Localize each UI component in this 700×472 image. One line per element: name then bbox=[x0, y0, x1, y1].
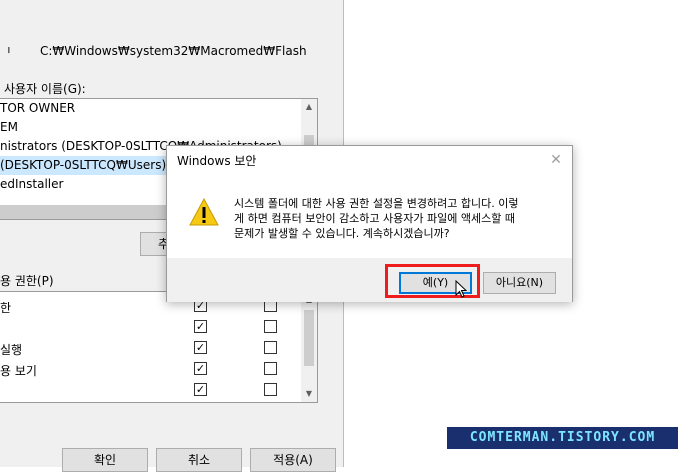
scroll-up-icon[interactable]: ▲ bbox=[301, 99, 317, 115]
scroll-thumb[interactable] bbox=[304, 310, 314, 366]
allow-checkbox[interactable]: ✓ bbox=[194, 383, 207, 396]
dialog-message: 시스템 폴더에 대한 사용 권한 설정을 변경하려고 합니다. 이렇 게 하면 … bbox=[234, 196, 559, 241]
cancel-button[interactable]: 취소 bbox=[156, 448, 242, 472]
message-line: 게 하면 컴퓨터 보안이 감소하고 사용자가 파일에 액세스할 때 bbox=[234, 212, 515, 225]
allow-checkbox[interactable]: ✓ bbox=[194, 320, 207, 333]
permission-row: 용 보기 ✓ bbox=[0, 360, 300, 380]
scroll-down-icon[interactable]: ▼ bbox=[301, 386, 317, 402]
close-icon[interactable]: ✕ bbox=[546, 150, 566, 170]
permissions-list: 한 ✓ ✓ 실행 ✓ 용 보기 ✓ ✓ ▲ ▼ bbox=[0, 291, 318, 403]
deny-checkbox[interactable] bbox=[264, 341, 277, 354]
vertical-scrollbar[interactable]: ▲ ▼ bbox=[301, 292, 317, 402]
groups-label: 사용자 이름(G): bbox=[4, 82, 86, 96]
dialog-titlebar: Windows 보안 ✕ bbox=[167, 146, 572, 176]
group-item[interactable]: edInstaller bbox=[0, 175, 63, 194]
message-line: 문제가 발생할 수 있습니다. 계속하시겠습니까? bbox=[234, 227, 450, 240]
permission-name: 한 bbox=[0, 301, 12, 315]
warning-icon bbox=[189, 198, 219, 226]
permissions-label: 용 권한(P) bbox=[0, 274, 54, 288]
allow-checkbox[interactable]: ✓ bbox=[194, 341, 207, 354]
group-item[interactable]: TOR OWNER bbox=[0, 99, 75, 118]
permission-row: 실행 ✓ bbox=[0, 339, 300, 359]
ok-button[interactable]: 확인 bbox=[62, 448, 148, 472]
group-item[interactable]: EM bbox=[0, 118, 18, 137]
dialog-footer: 예(Y) 아니요(N) bbox=[167, 258, 572, 302]
windows-security-dialog: Windows 보안 ✕ 시스템 폴더에 대한 사용 권한 설정을 변경하려고 … bbox=[166, 145, 573, 302]
deny-checkbox[interactable] bbox=[264, 320, 277, 333]
message-line: 시스템 폴더에 대한 사용 권한 설정을 변경하려고 합니다. 이렇 bbox=[234, 197, 519, 210]
deny-checkbox[interactable] bbox=[264, 362, 277, 375]
permission-row: ✓ bbox=[0, 381, 300, 401]
deny-checkbox[interactable] bbox=[264, 383, 277, 396]
dialog-title: Windows 보안 bbox=[177, 154, 257, 168]
watermark: COMTERMAN.TISTORY.COM bbox=[447, 427, 678, 449]
dialog-body: 시스템 폴더에 대한 사용 권한 설정을 변경하려고 합니다. 이렇 게 하면 … bbox=[167, 176, 572, 258]
permission-name: 실행 bbox=[0, 343, 23, 357]
apply-button[interactable]: 적용(A) bbox=[250, 448, 336, 472]
object-name-label: ᅵ bbox=[0, 46, 12, 60]
no-button[interactable]: 아니요(N) bbox=[483, 272, 556, 294]
permission-row: ✓ bbox=[0, 318, 300, 338]
mouse-cursor-icon bbox=[455, 280, 467, 298]
allow-checkbox[interactable]: ✓ bbox=[194, 362, 207, 375]
permission-name: 용 보기 bbox=[0, 364, 37, 378]
object-path: C:₩Windows₩system32₩Macromed₩Flash bbox=[40, 44, 307, 58]
